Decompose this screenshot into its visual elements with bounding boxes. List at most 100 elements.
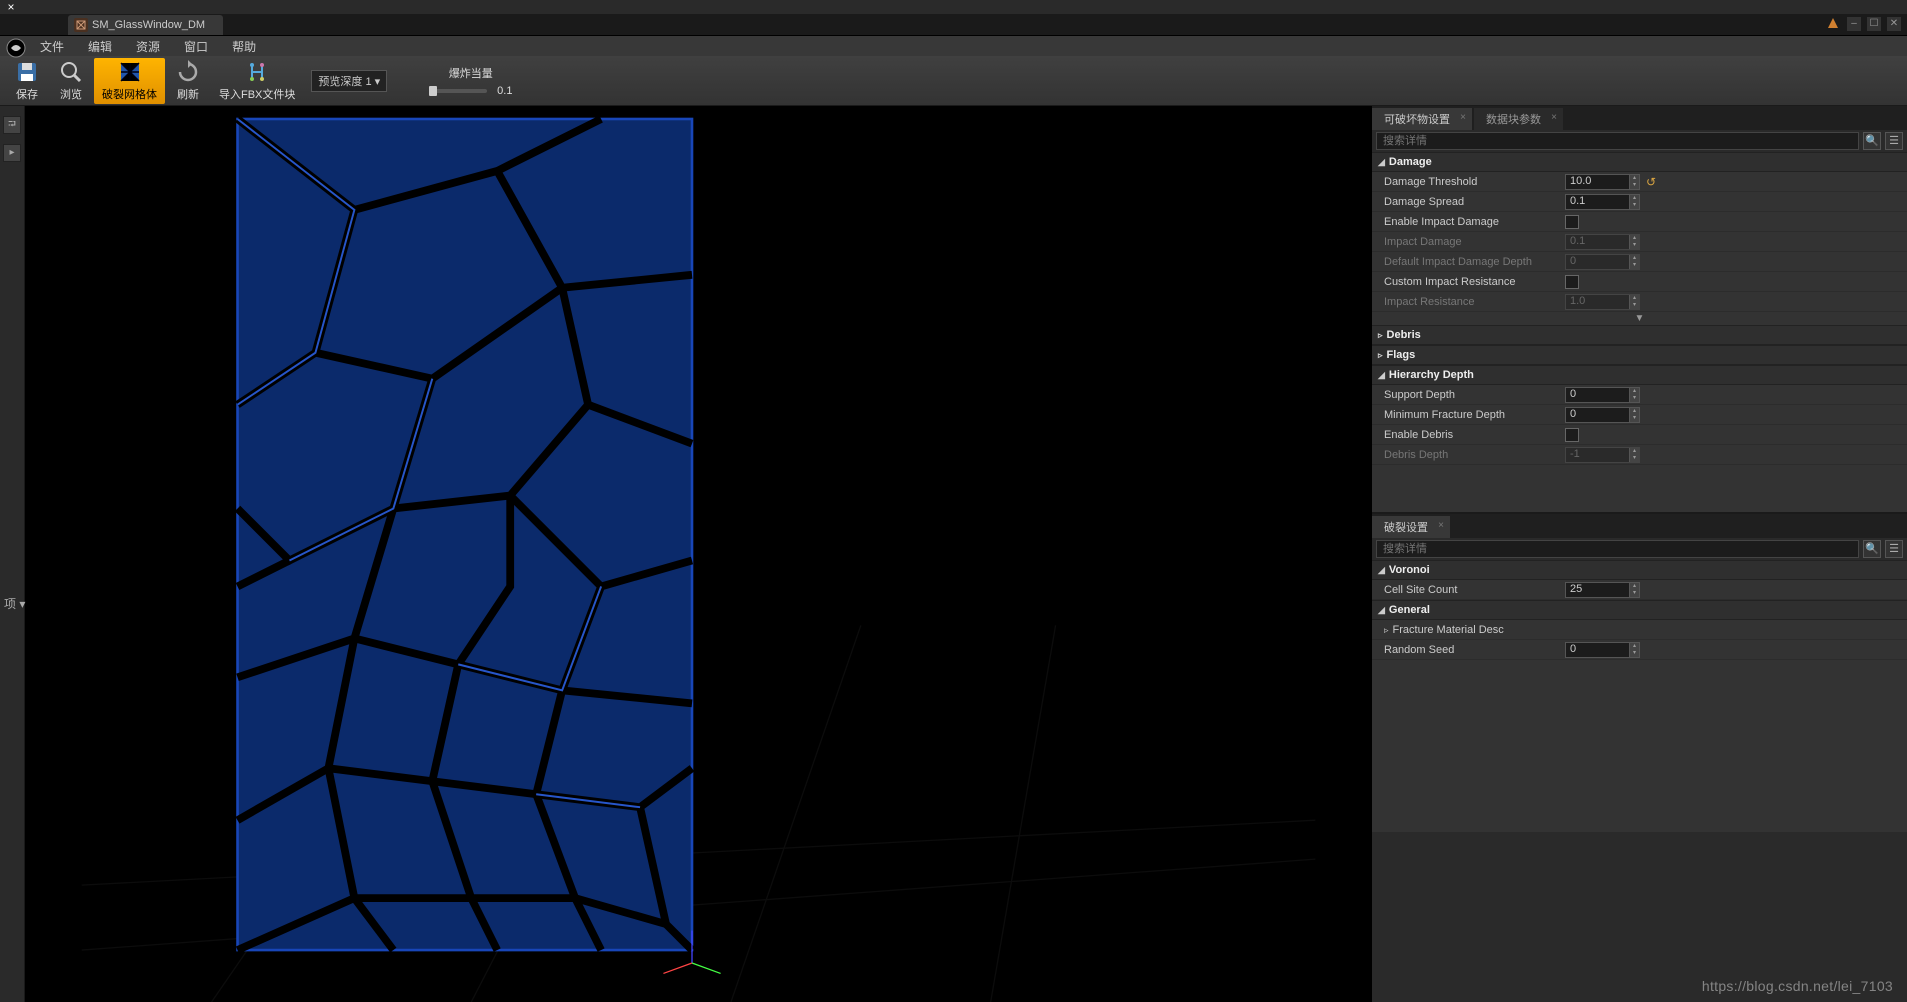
row-damage-spread: Damage Spread 0.1▴▾ <box>1372 192 1907 212</box>
menu-help[interactable]: 帮助 <box>222 36 266 57</box>
row-custom-resist: Custom Impact Resistance <box>1372 272 1907 292</box>
label-debris-depth: Debris Depth <box>1380 449 1565 461</box>
fracture-mesh-label: 破裂网格体 <box>102 86 157 102</box>
search-row-fracture: 🔍 ☰ <box>1372 538 1907 560</box>
explode-slider[interactable] <box>429 89 487 93</box>
label-enable-debris: Enable Debris <box>1380 429 1565 441</box>
search-icon[interactable]: 🔍 <box>1863 540 1881 558</box>
menu-bar: 文件 编辑 资源 窗口 帮助 <box>0 36 1907 56</box>
unreal-logo-icon <box>6 38 26 61</box>
row-support-depth: Support Depth 0▴▾ <box>1372 385 1907 405</box>
destructible-properties[interactable]: ◢Damage Damage Threshold 10.0▴▾ ↺ Damage… <box>1372 152 1907 512</box>
document-tab-bar: SM_GlassWindow_DM <box>0 14 1907 36</box>
import-fbx-label: 导入FBX文件块 <box>219 86 295 102</box>
close-icon[interactable]: × <box>1460 112 1466 123</box>
fracture-panel: 破裂设置 × 🔍 ☰ ◢Voronoi Cell Site Count 25▴▾… <box>1372 512 1907 832</box>
label-damage-threshold: Damage Threshold <box>1380 176 1565 188</box>
search-input[interactable] <box>1376 540 1859 558</box>
right-panel-area: 可破坏物设置 × 数据块参数 × 🔍 ☰ ◢Damage Damage Thre… <box>1372 106 1907 1002</box>
menu-asset[interactable]: 资源 <box>126 36 170 57</box>
preview-depth-dropdown[interactable]: 预览深度 1 ▾ <box>311 70 387 92</box>
tab-destructible-label: 可破坏物设置 <box>1384 114 1450 126</box>
view-options-icon[interactable]: ☰ <box>1885 132 1903 150</box>
pin-button[interactable]: ⮒ <box>3 116 21 134</box>
menu-file[interactable]: 文件 <box>30 36 74 57</box>
label-damage-spread: Damage Spread <box>1380 196 1565 208</box>
expand-button[interactable]: ▸ <box>3 144 21 162</box>
tab-chunk-label: 数据块参数 <box>1486 114 1541 126</box>
input-damage-threshold[interactable]: 10.0▴▾ <box>1565 174 1640 190</box>
input-random-seed[interactable]: 0▴▾ <box>1565 642 1640 658</box>
explode-label: 爆炸当量 <box>449 65 493 81</box>
row-enable-debris: Enable Debris <box>1372 425 1907 445</box>
tab-chunk-params[interactable]: 数据块参数 × <box>1474 108 1563 130</box>
explode-value: 0.1 <box>497 85 512 97</box>
input-min-fracture[interactable]: 0▴▾ <box>1565 407 1640 423</box>
checkbox-enable-debris[interactable] <box>1565 428 1579 442</box>
document-tab-label: SM_GlassWindow_DM <box>92 19 205 31</box>
input-default-depth: 0▴▾ <box>1565 254 1640 270</box>
tab-destructible-settings[interactable]: 可破坏物设置 × <box>1372 108 1472 130</box>
menu-edit[interactable]: 编辑 <box>78 36 122 57</box>
refresh-button[interactable]: 刷新 <box>167 58 209 104</box>
watermark: https://blog.csdn.net/lei_7103 <box>1702 978 1893 994</box>
row-min-fracture: Minimum Fracture Depth 0▴▾ <box>1372 405 1907 425</box>
import-fbx-icon <box>244 59 270 85</box>
checkbox-custom-resist[interactable] <box>1565 275 1579 289</box>
input-impact-damage: 0.1▴▾ <box>1565 234 1640 250</box>
preview-depth-label: 预览深度 1 <box>318 76 371 88</box>
input-support-depth[interactable]: 0▴▾ <box>1565 387 1640 403</box>
label-enable-impact: Enable Impact Damage <box>1380 216 1565 228</box>
category-voronoi[interactable]: ◢Voronoi <box>1372 560 1907 580</box>
close-icon[interactable]: × <box>1551 112 1557 123</box>
row-enable-impact: Enable Impact Damage <box>1372 212 1907 232</box>
browse-button[interactable]: 浏览 <box>50 58 92 104</box>
top-panel-tabs: 可破坏物设置 × 数据块参数 × <box>1372 106 1907 130</box>
fracture-properties[interactable]: ◢Voronoi Cell Site Count 25▴▾ ◢General ▹… <box>1372 560 1907 832</box>
reset-icon[interactable]: ↺ <box>1646 175 1656 189</box>
save-icon <box>14 60 40 85</box>
row-fracture-material: ▹Fracture Material Desc <box>1372 620 1907 640</box>
fracture-mesh-icon <box>117 59 143 85</box>
search-icon[interactable]: 🔍 <box>1863 132 1881 150</box>
titlebar: × <box>0 0 1907 14</box>
refresh-label: 刷新 <box>177 86 199 102</box>
label-custom-resist: Custom Impact Resistance <box>1380 276 1565 288</box>
input-damage-spread[interactable]: 0.1▴▾ <box>1565 194 1640 210</box>
source-control-icon[interactable] <box>1825 16 1841 32</box>
tab-fracture-settings[interactable]: 破裂设置 × <box>1372 516 1450 538</box>
destructible-asset-icon <box>74 18 88 32</box>
item-dropdown[interactable]: 项 ▾ <box>4 595 25 612</box>
row-debris-depth: Debris Depth -1▴▾ <box>1372 445 1907 465</box>
3d-viewport[interactable] <box>25 106 1372 1002</box>
search-row-top: 🔍 ☰ <box>1372 130 1907 152</box>
maximize-button[interactable]: ☐ <box>1867 17 1881 31</box>
row-random-seed: Random Seed 0▴▾ <box>1372 640 1907 660</box>
save-button[interactable]: 保存 <box>6 58 48 104</box>
category-damage[interactable]: ◢Damage <box>1372 152 1907 172</box>
row-impact-damage: Impact Damage 0.1▴▾ <box>1372 232 1907 252</box>
fracture-panel-tabs: 破裂设置 × <box>1372 514 1907 538</box>
row-impact-resist: Impact Resistance 1.0▴▾ <box>1372 292 1907 312</box>
category-debris[interactable]: ▹Debris <box>1372 325 1907 345</box>
close-window-button[interactable]: × <box>4 0 18 14</box>
minimize-button[interactable]: – <box>1847 17 1861 31</box>
category-general[interactable]: ◢General <box>1372 600 1907 620</box>
label-impact-damage: Impact Damage <box>1380 236 1565 248</box>
toolbar: 保存 浏览 破裂网格体 刷新 导入FBX文件块 预览深度 1 ▾ 爆炸当量 0.… <box>0 56 1907 106</box>
fracture-mesh-button[interactable]: 破裂网格体 <box>94 58 165 104</box>
close-icon[interactable]: × <box>1438 520 1444 531</box>
browse-icon <box>58 60 84 85</box>
search-input[interactable] <box>1376 132 1859 150</box>
view-options-icon[interactable]: ☰ <box>1885 540 1903 558</box>
label-impact-resist: Impact Resistance <box>1380 296 1565 308</box>
category-flags[interactable]: ▹Flags <box>1372 345 1907 365</box>
category-hierarchy[interactable]: ◢Hierarchy Depth <box>1372 365 1907 385</box>
close-button[interactable]: ✕ <box>1887 17 1901 31</box>
menu-window[interactable]: 窗口 <box>174 36 218 57</box>
expand-advanced-icon[interactable]: ▼ <box>1372 312 1907 325</box>
checkbox-enable-impact[interactable] <box>1565 215 1579 229</box>
import-fbx-button[interactable]: 导入FBX文件块 <box>211 58 303 104</box>
input-cell-count[interactable]: 25▴▾ <box>1565 582 1640 598</box>
document-tab[interactable]: SM_GlassWindow_DM <box>68 15 223 35</box>
